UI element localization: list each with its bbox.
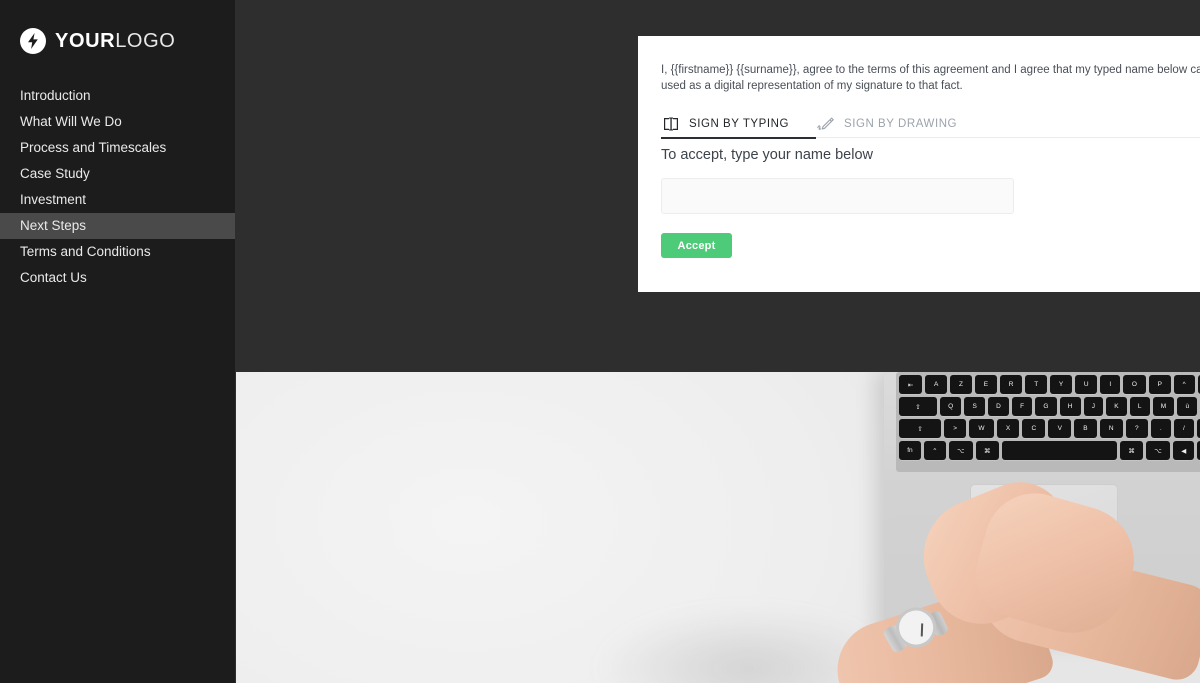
logo[interactable]: YOURLOGO [20, 27, 235, 55]
tab-label: SIGN BY TYPING [689, 117, 789, 130]
keyboard-row: ⇧ > W X C V B N ? . / § [899, 419, 1200, 438]
sidebar-item-label: Case Study [20, 166, 90, 182]
sidebar-item-label: Next Steps [20, 218, 87, 234]
keycap: D [987, 397, 1009, 416]
keycap: ⌥ [1146, 441, 1171, 460]
agreement-text: I, {{firstname}} {{surname}}, agree to t… [661, 64, 1200, 93]
keycap: Y [1050, 375, 1073, 394]
keycap: L [1129, 397, 1150, 416]
keycap: P [1148, 375, 1171, 394]
sidebar-item-process-and-timescales[interactable]: Process and Timescales [0, 135, 235, 161]
accept-button[interactable]: Accept [661, 233, 732, 258]
keycap: ^ [1173, 375, 1195, 394]
sidebar-item-label: Introduction [20, 88, 91, 104]
keyboard-row: ⇪ Q S D F G H J K L M ù * [899, 397, 1200, 416]
keycap: U [1075, 375, 1098, 394]
sidebar-item-what-will-we-do[interactable]: What Will We Do [0, 109, 235, 135]
keycap: O [1123, 375, 1146, 394]
sidebar: YOURLOGO Introduction What Will We Do Pr… [0, 0, 235, 683]
keycap: F [1011, 397, 1033, 416]
signature-card: I, {{firstname}} {{surname}}, agree to t… [638, 36, 1200, 292]
keycap: M [1152, 397, 1175, 416]
sidebar-item-label: Process and Timescales [20, 140, 167, 156]
keycap: K [1106, 397, 1127, 416]
sidebar-item-investment[interactable]: Investment [0, 187, 235, 213]
text-cursor-icon [661, 115, 681, 133]
tab-label: SIGN BY DRAWING [844, 117, 958, 130]
tab-sign-by-typing[interactable]: SIGN BY TYPING [661, 109, 816, 139]
keycap: R [999, 375, 1023, 394]
keycap: ◀ [1173, 441, 1195, 460]
keycap: > [944, 419, 967, 438]
keycap: N [1099, 419, 1123, 438]
keycap: ⌃ [923, 441, 946, 460]
sidebar-item-label: Investment [20, 192, 87, 208]
sidebar-item-label: Contact Us [20, 270, 87, 286]
app-root: YOURLOGO Introduction What Will We Do Pr… [0, 0, 1200, 683]
keycap: I [1100, 375, 1120, 394]
sidebar-item-contact-us[interactable]: Contact Us [0, 265, 235, 291]
keycap: ? [1125, 419, 1148, 438]
keycap: ⇪ [899, 397, 938, 416]
keycap: S [964, 397, 985, 416]
keycap: ⌘ [975, 441, 999, 460]
keyboard-row: ⇤ A Z E R T Y U I O P ^ $ [899, 375, 1200, 394]
keycap-space [1001, 441, 1118, 460]
logo-text-bold: YOUR [55, 30, 116, 52]
sidebar-item-next-steps[interactable]: Next Steps [0, 213, 235, 239]
sidebar-item-case-study[interactable]: Case Study [0, 161, 235, 187]
keycap: H [1059, 397, 1081, 416]
pen-signature-icon [816, 115, 836, 133]
sidebar-item-label: What Will We Do [20, 114, 122, 130]
keycap: W [969, 419, 994, 438]
logo-text: YOURLOGO [55, 31, 175, 51]
signature-tabs: SIGN BY TYPING SIGN BY DRAWING [661, 109, 1200, 139]
keycap: G [1035, 397, 1057, 416]
signature-name-input[interactable] [661, 178, 1014, 214]
keycap: ⌥ [948, 441, 973, 460]
keycap: Q [940, 397, 962, 416]
keycap: B [1074, 419, 1097, 438]
logo-text-light: LOGO [115, 30, 176, 52]
hero-photo: ⇤ A Z E R T Y U I O P ^ $ [236, 372, 1200, 683]
keyboard-row: fn ⌃ ⌥ ⌘ ⌘ ⌥ ◀ ▶ [899, 441, 1200, 460]
keycap: . [1150, 419, 1171, 438]
keycap: X [996, 419, 1020, 438]
keycap: V [1048, 419, 1072, 438]
sidebar-item-introduction[interactable]: Introduction [0, 83, 235, 109]
sidebar-nav: Introduction What Will We Do Process and… [0, 83, 235, 291]
keycap: C [1022, 419, 1046, 438]
keycap: J [1083, 397, 1104, 416]
keycap: fn [899, 441, 921, 460]
tab-sign-by-drawing[interactable]: SIGN BY DRAWING [816, 109, 957, 138]
keycap: A [925, 375, 948, 394]
lightning-bolt-icon [20, 28, 46, 54]
keycap: ⇧ [899, 419, 942, 438]
main-content: I, {{firstname}} {{surname}}, agree to t… [235, 0, 1200, 683]
keycap: ⇤ [899, 375, 923, 394]
keycap: E [974, 375, 997, 394]
form-instruction-label: To accept, type your name below [661, 147, 873, 163]
keycap: Z [950, 375, 972, 394]
watch-hand [920, 623, 923, 637]
sidebar-item-terms-and-conditions[interactable]: Terms and Conditions [0, 239, 235, 265]
laptop-keyboard: ⇤ A Z E R T Y U I O P ^ $ [896, 372, 1200, 472]
keycap: / [1173, 419, 1195, 438]
sidebar-item-label: Terms and Conditions [20, 244, 151, 260]
keycap: ù [1177, 397, 1198, 416]
keycap: ⌘ [1120, 441, 1144, 460]
keycap: T [1025, 375, 1048, 394]
